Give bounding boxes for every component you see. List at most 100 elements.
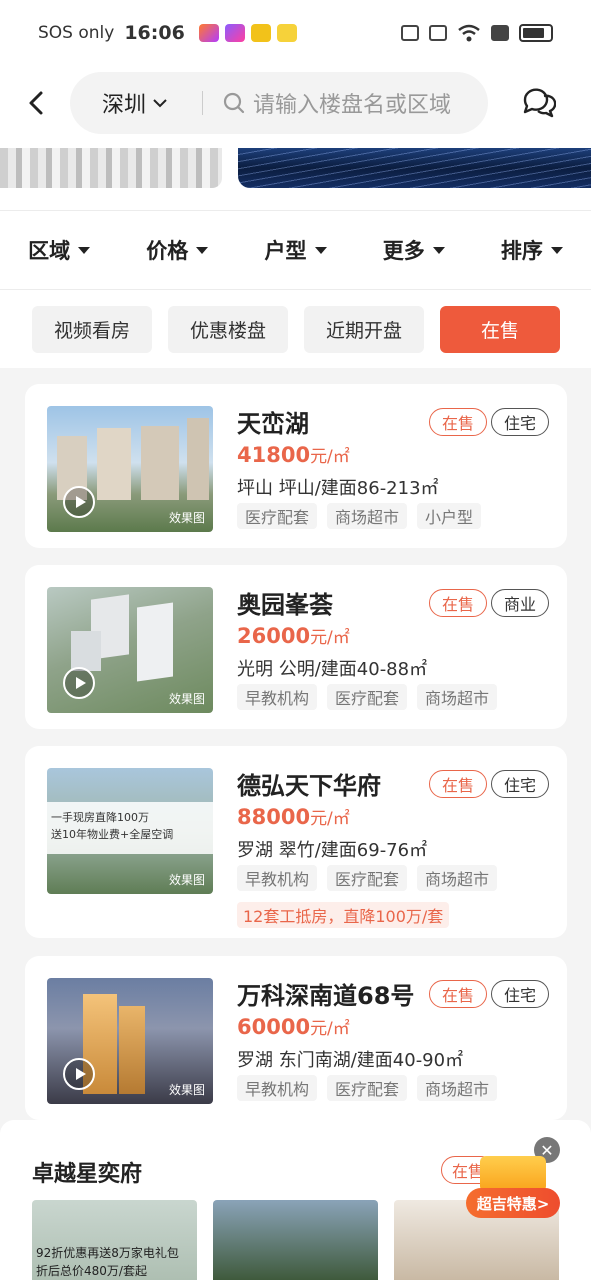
price-unit: 元/㎡	[310, 809, 350, 829]
banner-image[interactable]	[0, 148, 222, 188]
status-badge: 在售	[429, 589, 488, 617]
status-bar: SOS only 16:06	[0, 0, 591, 66]
chip-discount[interactable]: 优惠楼盘	[168, 305, 288, 353]
featured-title: 卓越星奕府	[32, 1162, 143, 1187]
image-label: 效果图	[168, 873, 205, 887]
featured-thumbnail[interactable]: 92折优惠再送8万家电礼包 折后总价480万/套起	[32, 1200, 197, 1280]
listing-image[interactable]: 效果图	[47, 406, 213, 532]
tag: 商场超市	[327, 503, 408, 529]
video-app-icon	[198, 24, 219, 42]
tag: 医疗配套	[327, 865, 408, 891]
listing-price: 60000元/㎡	[237, 1014, 350, 1039]
type-badge: 住宅	[491, 770, 550, 798]
battery-icon	[519, 24, 553, 42]
play-icon[interactable]	[63, 486, 95, 518]
listing-location: 坪山 坪山/建面86-213㎡	[237, 478, 439, 499]
listing-image[interactable]: 一手现房直降100万 送10年物业费+全屋空调 效果图	[47, 768, 213, 894]
price-value: 41800	[237, 443, 311, 467]
listing-tags: 早教机构 医疗配套 商场超市	[237, 865, 498, 891]
type-badge: 住宅	[491, 408, 550, 436]
tag: 医疗配套	[327, 1075, 408, 1101]
listing-card[interactable]: 一手现房直降100万 送10年物业费+全屋空调 效果图 德弘天下华府 在售 住宅…	[25, 746, 567, 938]
caret-down-icon	[78, 246, 91, 254]
message-icon[interactable]	[520, 84, 556, 120]
thumbnail-text-line: 折后总价480万/套起	[36, 1264, 147, 1278]
chip-on-sale[interactable]: 在售	[440, 305, 560, 353]
listing-location: 罗湖 翠竹/建面69-76㎡	[237, 840, 428, 861]
banner-image[interactable]	[238, 148, 591, 188]
banner-carousel[interactable]	[0, 142, 591, 210]
promo-float-button[interactable]: 超吉特惠>	[466, 1156, 560, 1218]
listing-name: 万科深南道68号	[237, 982, 415, 1010]
price-unit: 元/㎡	[310, 447, 350, 467]
filter-region[interactable]: 区域	[0, 235, 118, 265]
tag: 商场超市	[417, 684, 498, 710]
caret-down-icon	[196, 246, 209, 254]
promo-banner: 12套工抵房，直降100万/套	[237, 902, 450, 928]
caret-down-icon	[432, 246, 445, 254]
image-promo-line: 一手现房直降100万	[51, 811, 149, 824]
filter-price[interactable]: 价格	[118, 235, 236, 265]
search-header: 深圳 请输入楼盘名或区域	[0, 66, 591, 142]
thumbnail-text-line: 92折优惠再送8万家电礼包	[36, 1246, 179, 1260]
filter-more[interactable]: 更多	[355, 235, 473, 265]
status-badge: 在售	[429, 770, 488, 798]
carrier-text: SOS only	[38, 23, 115, 43]
listing-card[interactable]: 效果图 万科深南道68号 在售 住宅 60000元/㎡ 罗湖 东门南湖/建面40…	[25, 956, 567, 1120]
tag: 早教机构	[237, 865, 318, 891]
listing-card[interactable]: 效果图 天峦湖 在售 住宅 41800元/㎡ 坪山 坪山/建面86-213㎡ 医…	[25, 384, 567, 548]
status-time: 16:06	[124, 22, 185, 44]
gift-icon	[480, 1156, 546, 1192]
back-icon[interactable]	[22, 88, 52, 118]
filter-layout[interactable]: 户型	[236, 235, 354, 265]
play-icon[interactable]	[63, 667, 95, 699]
divider	[202, 91, 204, 115]
listing-name: 德弘天下华府	[237, 772, 381, 800]
price-value: 88000	[237, 805, 311, 829]
wifi-icon	[458, 24, 480, 42]
tag: 医疗配套	[327, 684, 408, 710]
listing-price: 41800元/㎡	[237, 442, 350, 467]
filter-sort[interactable]: 排序	[473, 235, 591, 265]
caret-down-icon	[550, 246, 563, 254]
search-bar[interactable]: 深圳 请输入楼盘名或区域	[70, 72, 488, 134]
listing-name: 天峦湖	[237, 410, 309, 438]
image-label: 效果图	[168, 1083, 205, 1097]
listing-card[interactable]: 效果图 奥园峯荟 在售 商业 26000元/㎡ 光明 公明/建面40-88㎡ 早…	[25, 565, 567, 729]
chevron-down-icon	[153, 99, 167, 108]
chip-opening-soon[interactable]: 近期开盘	[304, 305, 424, 353]
filter-label: 区域	[28, 239, 71, 263]
tag: 商场超市	[417, 1075, 498, 1101]
listing-location: 光明 公明/建面40-88㎡	[237, 659, 428, 680]
listing-price: 26000元/㎡	[237, 623, 350, 648]
filter-label: 排序	[500, 239, 543, 263]
image-promo-line: 送10年物业费+全屋空调	[51, 827, 174, 841]
app-notification-icon	[250, 24, 271, 42]
price-unit: 元/㎡	[310, 1019, 350, 1039]
filter-label: 更多	[382, 239, 425, 263]
chip-video-tour[interactable]: 视频看房	[32, 305, 152, 353]
featured-thumbnail[interactable]	[213, 1200, 378, 1280]
search-input[interactable]: 请输入楼盘名或区域	[253, 87, 451, 119]
type-badge: 商业	[491, 589, 550, 617]
tag: 商场超市	[417, 865, 498, 891]
image-label: 效果图	[168, 511, 205, 525]
city-selector[interactable]: 深圳	[102, 87, 168, 119]
listing-image[interactable]: 效果图	[47, 978, 213, 1104]
alert-icon	[491, 25, 509, 41]
listing-image[interactable]: 效果图	[47, 587, 213, 713]
nfc-icon	[401, 25, 419, 41]
filter-bar: 区域 价格 户型 更多 排序	[0, 210, 591, 290]
play-icon[interactable]	[63, 1058, 95, 1090]
status-badge: 在售	[429, 408, 488, 436]
price-unit: 元/㎡	[310, 628, 350, 648]
city-label: 深圳	[102, 93, 147, 118]
tag: 早教机构	[237, 684, 318, 710]
thumbnail-text: 92折优惠再送8万家电礼包 折后总价480万/套起	[36, 1244, 179, 1280]
listing-price: 88000元/㎡	[237, 804, 350, 829]
app-notification-icon	[276, 24, 297, 42]
image-promo-overlay: 一手现房直降100万 送10年物业费+全屋空调	[47, 802, 213, 854]
listing-name: 奥园峯荟	[237, 591, 333, 619]
search-icon	[223, 92, 245, 114]
price-value: 26000	[237, 624, 311, 648]
